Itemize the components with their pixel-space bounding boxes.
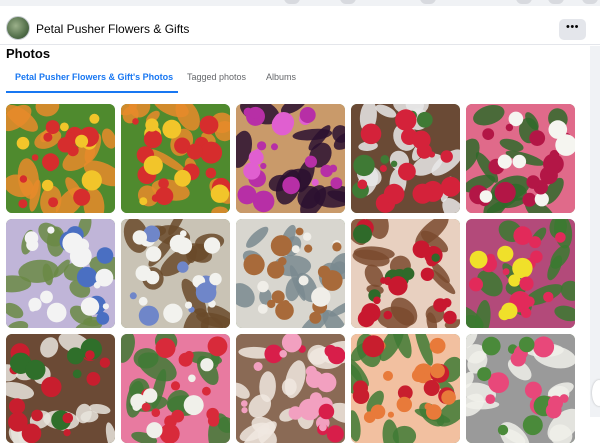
photo-tile[interactable] [121, 219, 230, 328]
photo-image [236, 219, 345, 328]
active-tab-indicator [6, 91, 178, 93]
photo-tile[interactable] [121, 104, 230, 213]
photo-tile[interactable] [6, 334, 115, 443]
photo-image [466, 219, 575, 328]
section-title: Photos [6, 46, 51, 61]
photo-tile[interactable] [351, 334, 460, 443]
photo-tile[interactable] [6, 219, 115, 328]
photo-image [236, 334, 345, 443]
page-avatar[interactable] [6, 16, 30, 40]
photo-tile[interactable] [466, 219, 575, 328]
tab-page-photos[interactable]: Petal Pusher Flowers & Gift's Photos [15, 72, 173, 82]
photo-tile[interactable] [351, 104, 460, 213]
page-header: Petal Pusher Flowers & Gifts ••• [0, 6, 600, 45]
tab-albums[interactable]: Albums [266, 72, 296, 82]
photo-image [6, 334, 115, 443]
scrollbar-track[interactable] [590, 46, 600, 417]
tab-tagged-photos[interactable]: Tagged photos [187, 72, 246, 82]
photo-tile[interactable] [236, 334, 345, 443]
toolbar-icon[interactable] [340, 0, 356, 4]
photo-image [6, 219, 115, 328]
photo-tile[interactable] [121, 334, 230, 443]
photo-image [351, 104, 460, 213]
more-options-button[interactable]: ••• [559, 19, 586, 40]
toolbar-icon[interactable] [516, 0, 532, 4]
photo-image [6, 104, 115, 213]
photo-image [121, 219, 230, 328]
photo-image [466, 334, 575, 443]
page-name[interactable]: Petal Pusher Flowers & Gifts [36, 22, 189, 36]
toolbar-icon[interactable] [420, 0, 436, 4]
photo-tile[interactable] [466, 334, 575, 443]
toolbar-icon[interactable] [548, 0, 564, 4]
photo-tile[interactable] [6, 104, 115, 213]
more-icon: ••• [565, 21, 580, 33]
photo-image [236, 104, 345, 213]
photo-tabs: Petal Pusher Flowers & Gift's Photos Tag… [0, 62, 600, 96]
photo-image [121, 104, 230, 213]
photo-grid [6, 104, 586, 443]
photo-image [351, 219, 460, 328]
photo-tile[interactable] [351, 219, 460, 328]
photo-tile[interactable] [236, 219, 345, 328]
photo-tile[interactable] [236, 104, 345, 213]
scroll-handle[interactable] [592, 380, 600, 406]
photo-image [466, 104, 575, 213]
toolbar-icon[interactable] [284, 0, 300, 4]
toolbar-icon[interactable] [582, 0, 598, 4]
photo-image [351, 334, 460, 443]
photo-image [121, 334, 230, 443]
photo-tile[interactable] [466, 104, 575, 213]
